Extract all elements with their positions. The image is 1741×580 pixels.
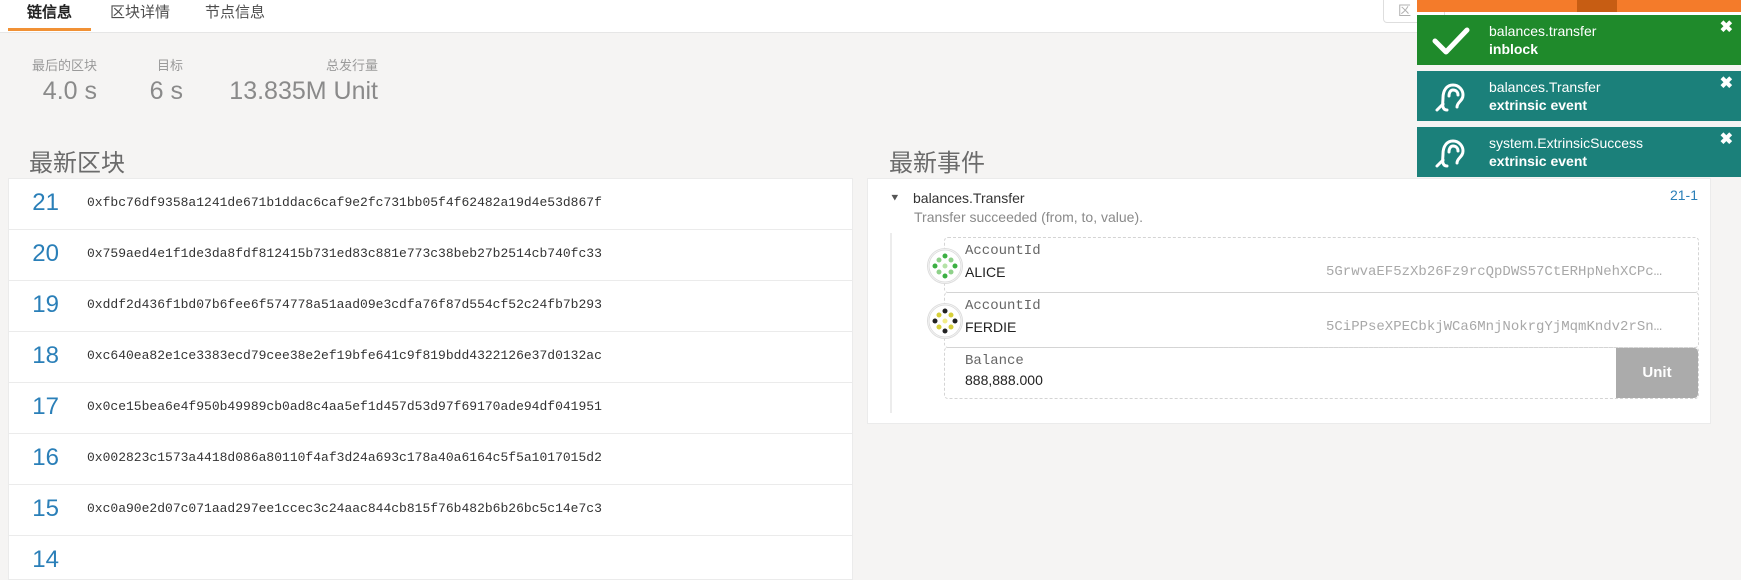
check-icon xyxy=(1432,27,1470,55)
notification-event: balances.Transfer extrinsic event ✖ xyxy=(1417,71,1741,121)
recent-blocks-title: 最新区块 xyxy=(29,150,125,177)
stat-label: 总发行量 xyxy=(325,58,378,73)
identicon-icon xyxy=(927,248,963,284)
close-icon[interactable]: ✖ xyxy=(1720,129,1733,149)
recent-events-panel: ⯆ balances.Transfer Transfer succeeded (… xyxy=(867,178,1711,424)
param-account-to: AccountId FERDIE 5CiPPseXPECbkjWCa6MnjNo… xyxy=(927,292,1699,348)
block-hash: 0x002823c1573a4418d086a80110f4af3d24a693… xyxy=(87,450,602,465)
balance-value: 888,888.000 xyxy=(965,372,1043,388)
ear-icon xyxy=(1435,83,1465,112)
expand-chevron-icon[interactable]: ⯆ xyxy=(890,191,900,206)
notification-title: balances.transfer xyxy=(1489,23,1597,39)
block-number-link[interactable]: 17 xyxy=(9,393,59,421)
notification-status: extrinsic event xyxy=(1489,97,1588,113)
account-name: FERDIE xyxy=(965,319,1017,335)
active-tab-indicator xyxy=(8,28,91,31)
block-number-link[interactable]: 19 xyxy=(9,291,59,319)
block-hash: 0xc0a90e2d07c071aad297ee1ccec3c24aac844c… xyxy=(87,501,602,516)
event-index-link[interactable]: 21-1 xyxy=(1670,187,1698,203)
block-row[interactable]: 18 0xc640ea82e1ce3383ecd79cee38e2ef19bfe… xyxy=(9,332,852,383)
tab-chain-info[interactable]: 链信息 xyxy=(27,1,72,22)
account-address: 5GrwvaEF5zXb26Fz9rcQpDWS57CtERHpNehXCPc… xyxy=(1326,264,1663,280)
block-number-link[interactable]: 16 xyxy=(9,444,59,472)
tab-block-details[interactable]: 区块详情 xyxy=(110,1,170,22)
block-row[interactable]: 19 0xddf2d436f1bd07b6fee6f574778a51aad09… xyxy=(9,281,852,332)
stat-target: 目标 6 s xyxy=(150,55,183,106)
block-hash: 0xddf2d436f1bd07b6fee6f574778a51aad09e3c… xyxy=(87,297,602,312)
notification-title: balances.Transfer xyxy=(1489,79,1601,95)
notification-status: extrinsic event xyxy=(1489,153,1588,169)
block-number-link[interactable]: 15 xyxy=(9,495,59,523)
notification-event: system.ExtrinsicSuccess extrinsic event … xyxy=(1417,127,1741,177)
ear-icon xyxy=(1435,139,1465,168)
stat-value: 6 s xyxy=(149,77,183,105)
event-title: balances.Transfer xyxy=(913,190,1025,206)
unit-selector-button[interactable]: Unit xyxy=(1616,348,1698,398)
param-label: AccountId xyxy=(965,243,1041,259)
account-name: ALICE xyxy=(965,264,1006,280)
param-label: AccountId xyxy=(965,298,1041,314)
param-balance: Balance 888,888.000 Unit xyxy=(944,347,1699,399)
block-hash: 0x0ce15bea6e4f950b49989cb0ad8c4aa5ef1d45… xyxy=(87,399,602,414)
block-row[interactable]: 15 0xc0a90e2d07c071aad297ee1ccec3c24aac8… xyxy=(9,485,852,536)
block-row[interactable]: 14 xyxy=(9,536,852,579)
block-number-link[interactable]: 20 xyxy=(9,240,59,268)
recent-events-title: 最新事件 xyxy=(889,150,985,177)
block-row[interactable]: 21 0xfbc76df9358a1241de671b1ddac6caf9e2f… xyxy=(9,179,852,230)
stat-value: 13.835M Unit xyxy=(229,77,378,105)
block-number-link[interactable]: 14 xyxy=(9,546,59,574)
notification-status: inblock xyxy=(1489,41,1539,57)
params-divider xyxy=(890,233,892,413)
notification-overflow-strip xyxy=(1417,0,1741,12)
stat-last-block: 最后的区块 4.0 s xyxy=(32,55,97,106)
block-number-link[interactable]: 21 xyxy=(9,189,59,217)
account-address: 5CiPPseXPECbkjWCa6MnjNokrgYjMqmKndv2rSn… xyxy=(1326,319,1663,335)
search-placeholder: 区 xyxy=(1398,3,1412,18)
block-hash: 0xfbc76df9358a1241de671b1ddac6caf9e2fc73… xyxy=(87,195,602,210)
stat-label: 目标 xyxy=(156,58,183,73)
block-row[interactable]: 17 0x0ce15bea6e4f950b49989cb0ad8c4aa5ef1… xyxy=(9,383,852,434)
close-icon[interactable]: ✖ xyxy=(1720,17,1733,37)
block-row[interactable]: 16 0x002823c1573a4418d086a80110f4af3d24a… xyxy=(9,434,852,485)
event-description: Transfer succeeded (from, to, value). xyxy=(914,209,1144,225)
param-label: Balance xyxy=(965,353,1024,369)
identicon-icon xyxy=(927,303,963,339)
stat-label: 最后的区块 xyxy=(31,58,97,73)
block-row[interactable]: 20 0x759aed4e1f1de3da8fdf812415b731ed83c… xyxy=(9,230,852,281)
recent-blocks-list: 21 0xfbc76df9358a1241de671b1ddac6caf9e2f… xyxy=(8,178,853,580)
stat-total-issuance: 总发行量 13.835M Unit xyxy=(229,55,378,106)
block-number-link[interactable]: 18 xyxy=(9,342,59,370)
block-hash: 0x759aed4e1f1de3da8fdf812415b731ed83c881… xyxy=(87,246,602,261)
notification-inblock: balances.transfer inblock ✖ xyxy=(1417,15,1741,65)
close-icon[interactable]: ✖ xyxy=(1720,73,1733,93)
param-account-from: AccountId ALICE 5GrwvaEF5zXb26Fz9rcQpDWS… xyxy=(927,237,1699,293)
stat-value: 4.0 s xyxy=(42,77,97,105)
tab-node-info[interactable]: 节点信息 xyxy=(205,1,265,22)
block-hash: 0xc640ea82e1ce3383ecd79cee38e2ef19bfe641… xyxy=(87,348,602,363)
notification-title: system.ExtrinsicSuccess xyxy=(1489,135,1644,151)
